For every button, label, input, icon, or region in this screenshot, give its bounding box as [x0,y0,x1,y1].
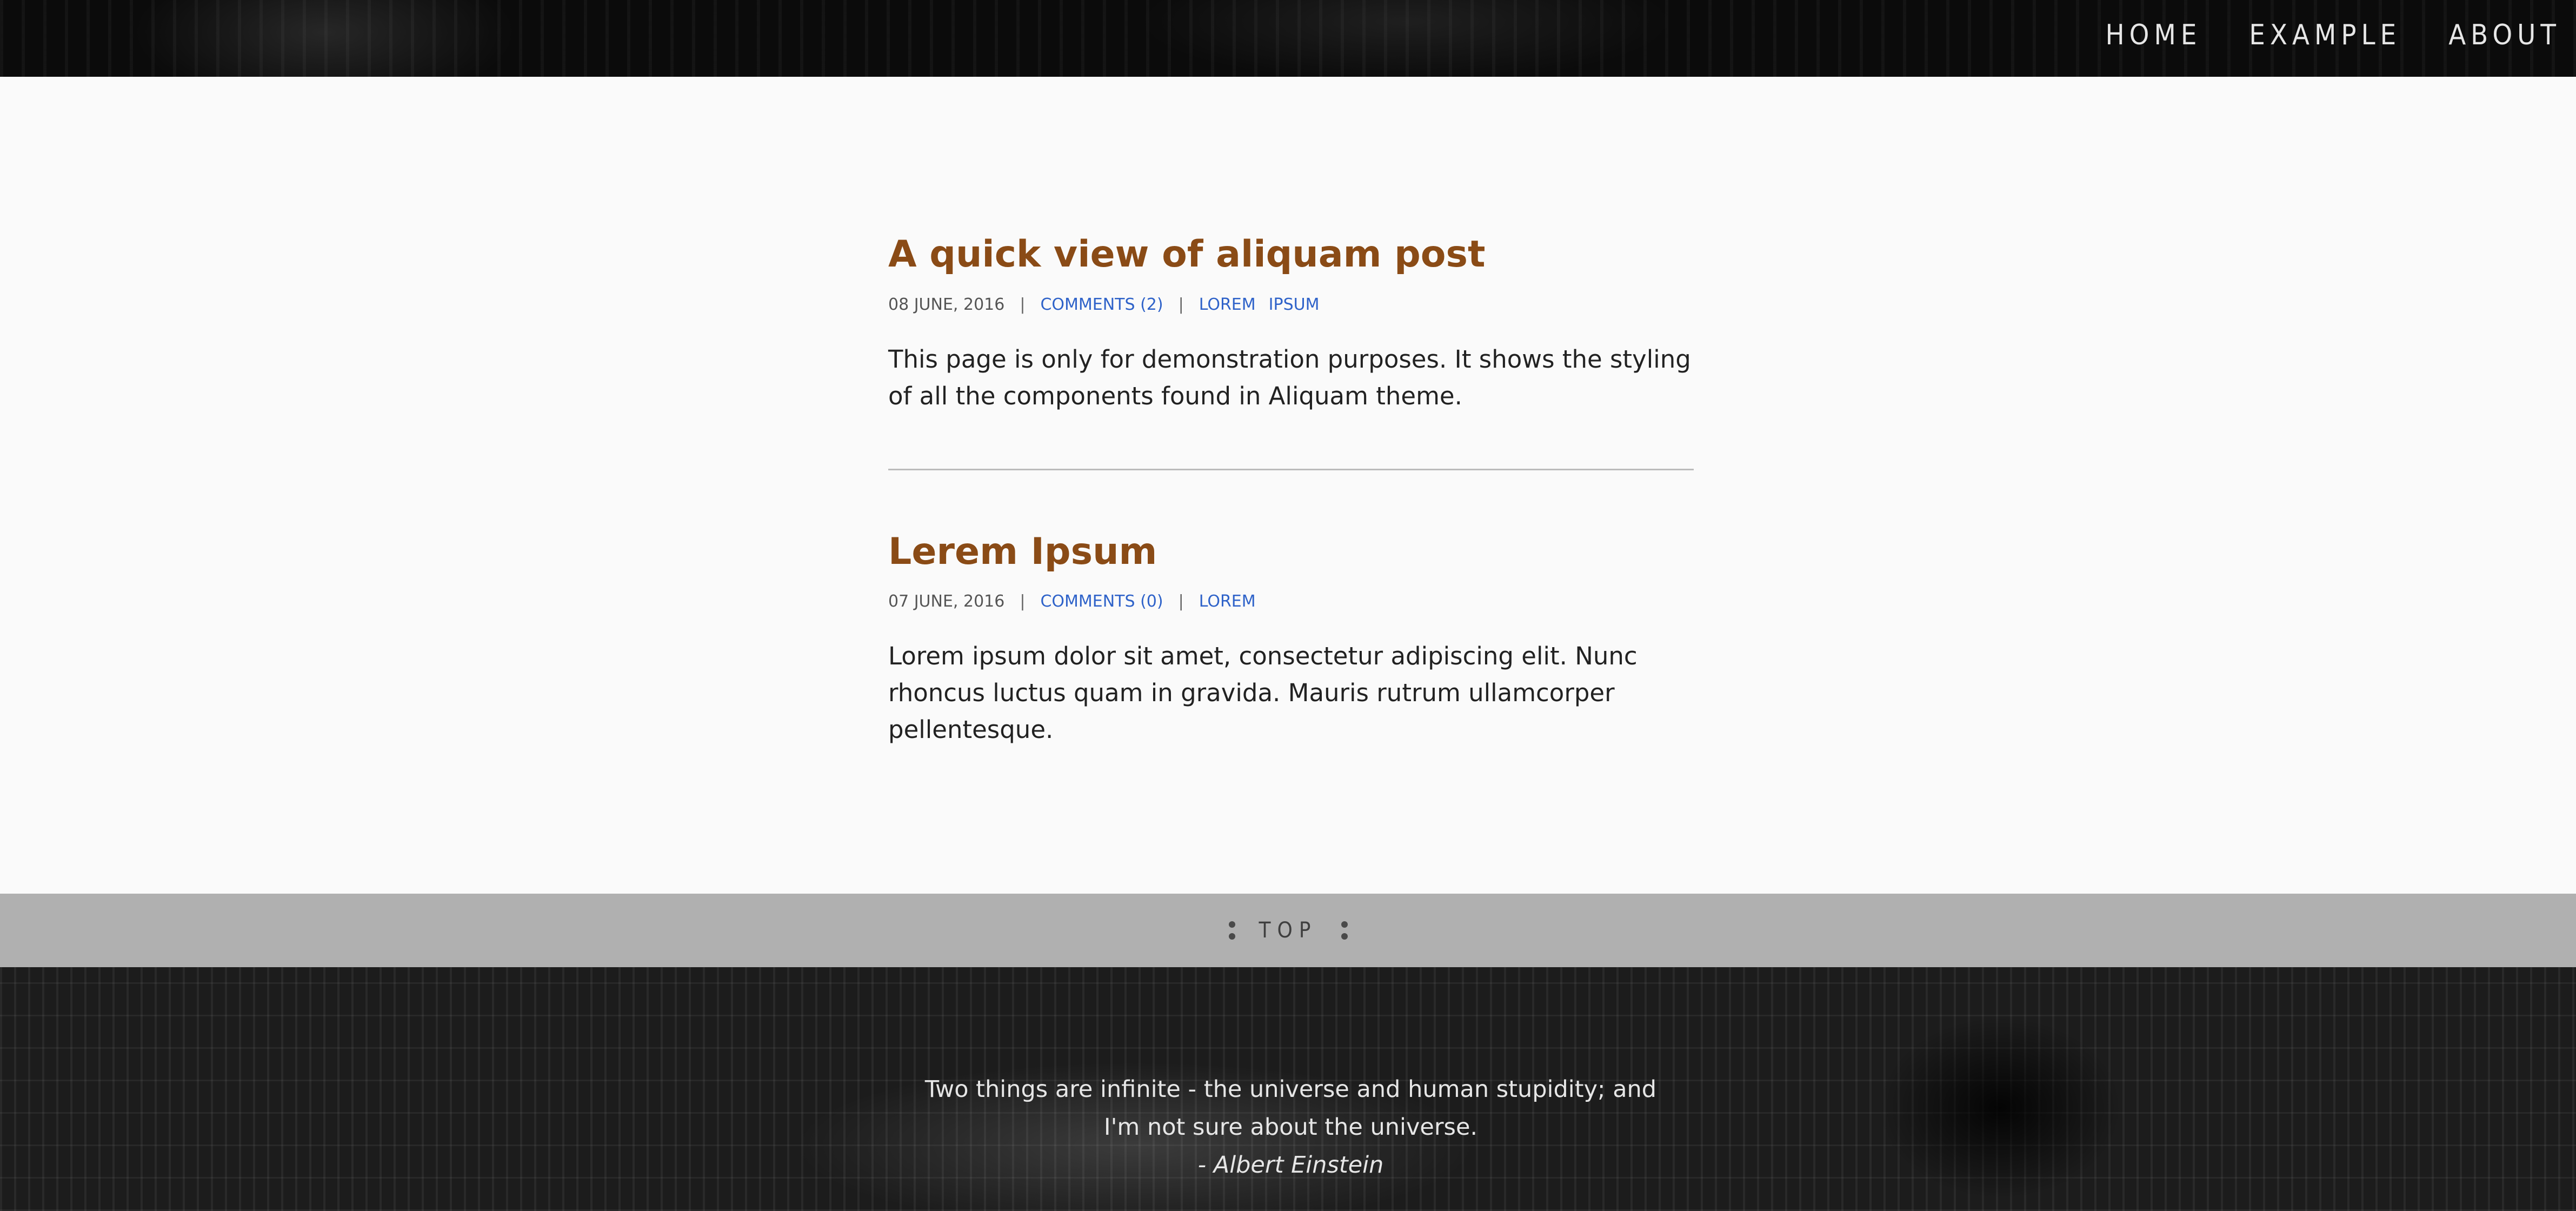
meta-separator: | [1178,295,1184,314]
post-title-link[interactable]: Lerem Ipsum [888,530,1694,574]
post-date: 08 JUNE, 2016 [888,295,1005,314]
dots-icon [1341,921,1348,940]
post-excerpt: Lorem ipsum dolor sit amet, consectetur … [888,642,1638,744]
post-divider [888,468,1694,470]
post: Lerem Ipsum 07 JUNE, 2016 | COMMENTS (0)… [888,530,1694,749]
post-list: A quick view of aliquam post 08 JUNE, 20… [888,232,1694,748]
tag-link-lorem[interactable]: LOREM [1199,592,1256,611]
post-tags: LOREM IPSUM [1199,295,1320,314]
back-to-top-link[interactable]: TOP [1228,918,1348,943]
back-to-top-bar: TOP [0,894,2576,967]
comments-link[interactable]: COMMENTS (2) [1040,295,1163,314]
post-tags: LOREM [1199,592,1256,611]
meta-separator: | [1178,592,1184,611]
footer-quote: Two things are infinite - the universe a… [919,1070,1662,1184]
quote-text: Two things are infinite - the universe a… [924,1076,1657,1141]
top-label: TOP [1259,918,1317,943]
site-footer: Two things are infinite - the universe a… [0,967,2576,1211]
site-header: HOME EXAMPLE ABOUT [0,0,2576,77]
nav-home-link[interactable]: HOME [2105,19,2201,51]
post-meta: 08 JUNE, 2016 | COMMENTS (2) | LOREM IPS… [888,295,1694,314]
comments-link[interactable]: COMMENTS (0) [1040,592,1163,611]
tag-link-ipsum[interactable]: IPSUM [1269,295,1320,314]
post-date: 07 JUNE, 2016 [888,592,1005,611]
post-excerpt: This page is only for demonstration purp… [888,344,1691,410]
nav-about-link[interactable]: ABOUT [2448,19,2561,51]
post-title-link[interactable]: A quick view of aliquam post [888,232,1694,277]
quote-author: - Albert Einstein [1197,1152,1384,1179]
main-nav: HOME EXAMPLE ABOUT [2105,0,2561,70]
nav-example-link[interactable]: EXAMPLE [2249,19,2401,51]
post-meta: 07 JUNE, 2016 | COMMENTS (0) | LOREM [888,592,1694,611]
meta-separator: | [1020,295,1026,314]
post: A quick view of aliquam post 08 JUNE, 20… [888,232,1694,415]
tag-link-lorem[interactable]: LOREM [1199,295,1256,314]
meta-separator: | [1020,592,1026,611]
dots-icon [1228,921,1235,940]
